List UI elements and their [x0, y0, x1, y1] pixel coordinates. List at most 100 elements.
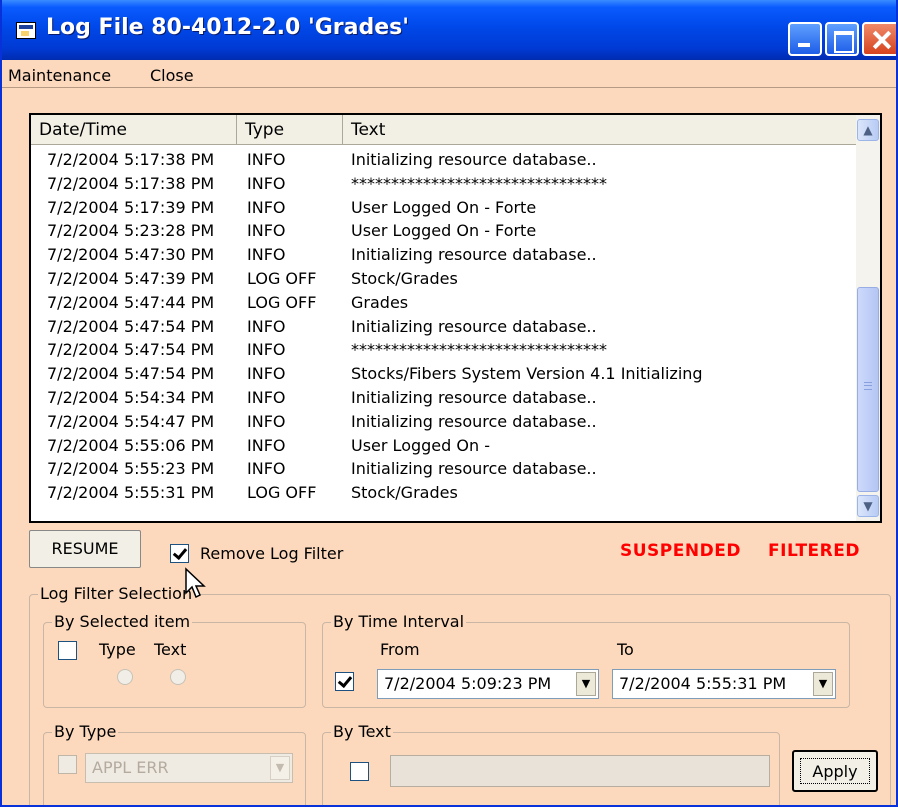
log-type-cell: INFO: [247, 387, 286, 407]
minimize-button[interactable]: [788, 22, 822, 56]
log-list[interactable]: Date/Time Type Text 7/2/2004 5:17:38 PM I…: [29, 113, 882, 523]
log-row[interactable]: 7/2/2004 5:47:54 PM INFO Stocks/Fibers Sys…: [31, 362, 857, 386]
by-text-checkbox[interactable]: [350, 762, 369, 781]
apply-button[interactable]: Apply: [792, 750, 878, 792]
log-row[interactable]: 7/2/2004 5:17:39 PM INFO User Logged On - …: [31, 196, 857, 220]
by-text-title: By Text: [331, 722, 393, 741]
log-row[interactable]: 7/2/2004 5:47:39 PM LOG OFF Stock/Grades: [31, 267, 857, 291]
log-datetime-cell: 7/2/2004 5:47:54 PM: [47, 364, 215, 384]
log-text-cell: User Logged On - Forte: [351, 221, 537, 241]
log-datetime-cell: 7/2/2004 5:47:54 PM: [47, 340, 215, 360]
log-datetime-cell: 7/2/2004 5:55:23 PM: [47, 459, 215, 479]
log-file-window: Log File 80-4012-2.0 'Grades' Maintenanc…: [0, 0, 898, 807]
log-row[interactable]: 7/2/2004 5:47:30 PM INFO Initializing reso…: [31, 243, 857, 267]
by-selected-item-group: By Selected item: [43, 612, 306, 708]
log-row[interactable]: 7/2/2004 5:55:06 PM INFO User Logged On -: [31, 434, 857, 458]
log-text-cell: Initializing resource database..: [351, 245, 597, 265]
column-datetime[interactable]: Date/Time: [31, 115, 237, 144]
log-type-cell: INFO: [247, 221, 286, 241]
log-type-cell: INFO: [247, 459, 286, 479]
log-row[interactable]: 7/2/2004 5:23:28 PM INFO User Logged On - …: [31, 219, 857, 243]
log-type-cell: INFO: [247, 150, 286, 169]
log-type-cell: LOG OFF: [247, 268, 317, 288]
log-datetime-cell: 7/2/2004 5:17:38 PM: [47, 173, 215, 193]
log-type-cell: INFO: [247, 245, 286, 265]
log-datetime-cell: 7/2/2004 5:47:44 PM: [47, 292, 215, 312]
resume-button[interactable]: RESUME: [29, 530, 141, 568]
log-rows: 7/2/2004 5:17:38 PM INFO Initializing reso…: [31, 148, 857, 505]
log-type-cell: INFO: [247, 411, 286, 431]
scroll-thumb[interactable]: [857, 287, 879, 492]
log-type-cell: INFO: [247, 173, 286, 193]
to-datetime-value: 7/2/2004 5:55:31 PM: [619, 674, 787, 693]
log-row[interactable]: 7/2/2004 5:17:38 PM INFO Initializing reso…: [31, 148, 857, 172]
type-select[interactable]: APPL ERR ▼: [85, 753, 293, 783]
chevron-down-icon[interactable]: ▼: [576, 672, 596, 696]
selected-type-radio[interactable]: [117, 669, 133, 685]
menu-bar: Maintenance Close: [2, 60, 896, 88]
selected-text-radio[interactable]: [170, 669, 186, 685]
log-row[interactable]: 7/2/2004 5:47:44 PM LOG OFF Grades: [31, 291, 857, 315]
log-datetime-cell: 7/2/2004 5:54:34 PM: [47, 387, 215, 407]
log-datetime-cell: 7/2/2004 5:23:28 PM: [47, 221, 215, 241]
log-text-cell: Initializing resource database..: [351, 150, 597, 169]
log-text-cell: Initializing resource database..: [351, 411, 597, 431]
log-type-cell: INFO: [247, 197, 286, 217]
by-type-checkbox[interactable]: [58, 755, 77, 774]
remove-log-filter-checkbox[interactable]: [170, 544, 189, 563]
from-datetime-value: 7/2/2004 5:09:23 PM: [384, 674, 552, 693]
log-text-cell: Stock/Grades: [351, 483, 458, 503]
log-text-cell: Stock/Grades: [351, 268, 458, 288]
log-text-cell: Grades: [351, 292, 409, 312]
log-type-cell: INFO: [247, 364, 286, 384]
log-datetime-cell: 7/2/2004 5:47:39 PM: [47, 268, 215, 288]
log-datetime-cell: 7/2/2004 5:47:30 PM: [47, 245, 215, 265]
log-type-cell: LOG OFF: [247, 483, 317, 503]
column-type[interactable]: Type: [237, 115, 343, 144]
by-selected-item-title: By Selected item: [52, 612, 193, 631]
from-datetime-picker[interactable]: 7/2/2004 5:09:23 PM ▼: [377, 669, 599, 699]
menu-maintenance[interactable]: Maintenance: [8, 66, 111, 85]
app-icon: [16, 22, 36, 39]
chevron-down-icon[interactable]: ▼: [813, 672, 833, 696]
log-text-cell: Initializing resource database..: [351, 316, 597, 336]
from-label: From: [380, 640, 420, 659]
log-row[interactable]: 7/2/2004 5:47:54 PM INFO *****************…: [31, 338, 857, 362]
log-row[interactable]: 7/2/2004 5:54:34 PM INFO Initializing reso…: [31, 386, 857, 410]
chevron-down-icon[interactable]: ▼: [270, 756, 290, 780]
by-time-interval-title: By Time Interval: [331, 612, 467, 631]
menu-close[interactable]: Close: [150, 66, 194, 85]
log-type-cell: INFO: [247, 316, 286, 336]
close-window-button[interactable]: [862, 22, 896, 56]
by-type-title: By Type: [52, 722, 119, 741]
column-text[interactable]: Text: [343, 115, 857, 144]
filter-text-input[interactable]: [390, 755, 770, 787]
by-time-interval-checkbox[interactable]: [335, 672, 354, 691]
log-datetime-cell: 7/2/2004 5:17:38 PM: [47, 150, 215, 169]
to-datetime-picker[interactable]: 7/2/2004 5:55:31 PM ▼: [612, 669, 836, 699]
log-row[interactable]: 7/2/2004 5:55:31 PM LOG OFF Stock/Grades: [31, 481, 857, 505]
log-row[interactable]: 7/2/2004 5:17:38 PM INFO *****************…: [31, 172, 857, 196]
type-select-value: APPL ERR: [92, 758, 169, 777]
log-row[interactable]: 7/2/2004 5:54:47 PM INFO Initializing reso…: [31, 410, 857, 434]
log-text-cell: ********************************: [351, 173, 607, 193]
log-datetime-cell: 7/2/2004 5:55:06 PM: [47, 435, 215, 455]
to-label: To: [617, 640, 634, 659]
scroll-up-icon[interactable]: ▲: [857, 119, 879, 141]
log-row[interactable]: 7/2/2004 5:47:54 PM INFO Initializing reso…: [31, 315, 857, 339]
log-datetime-cell: 7/2/2004 5:17:39 PM: [47, 197, 215, 217]
selected-text-label: Text: [154, 640, 187, 659]
log-scrollbar[interactable]: ▲ ▼: [856, 115, 880, 521]
log-text-cell: Initializing resource database..: [351, 459, 597, 479]
status-filtered: FILTERED: [768, 541, 860, 561]
log-text-cell: ********************************: [351, 340, 607, 360]
log-row[interactable]: 7/2/2004 5:55:23 PM INFO Initializing reso…: [31, 457, 857, 481]
log-filter-selection-title: Log Filter Selection: [38, 584, 195, 603]
selected-type-label: Type: [99, 640, 136, 659]
scroll-down-icon[interactable]: ▼: [857, 495, 879, 517]
by-selected-item-checkbox[interactable]: [58, 641, 77, 660]
title-bar[interactable]: Log File 80-4012-2.0 'Grades': [2, 0, 896, 60]
apply-button-label: Apply: [800, 758, 870, 784]
log-datetime-cell: 7/2/2004 5:55:31 PM: [47, 483, 215, 503]
maximize-button[interactable]: [825, 22, 859, 56]
